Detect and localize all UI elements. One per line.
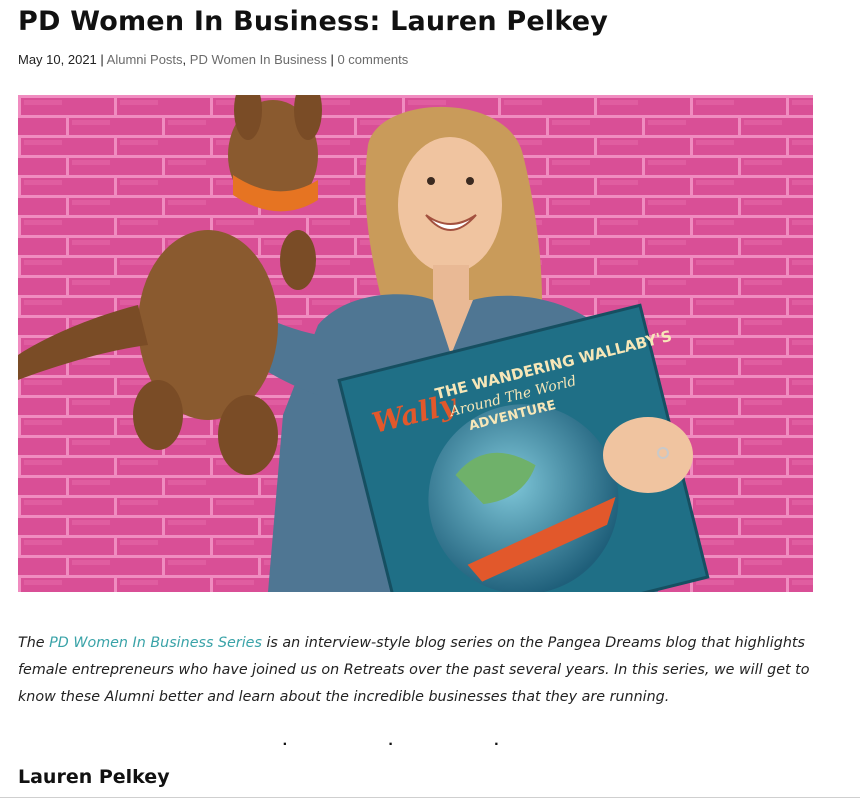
intro-paragraph: The PD Women In Business Series is an in…	[18, 630, 818, 711]
section-divider: · · ·	[282, 736, 548, 753]
bottom-divider	[0, 797, 860, 798]
intro-prefix: The	[18, 635, 50, 651]
featured-image-illustration: Wally THE WANDERING WALLABY'S Around The…	[18, 95, 813, 592]
category-link-alumni-posts[interactable]: Alumni Posts	[107, 52, 183, 67]
post-title: PD Women In Business: Lauren Pelkey	[18, 6, 609, 37]
featured-image: Wally THE WANDERING WALLABY'S Around The…	[18, 95, 813, 592]
category-separator: ,	[182, 52, 190, 67]
meta-separator: |	[326, 52, 338, 67]
post-date: May 10, 2021	[18, 52, 97, 67]
post-meta: May 10, 2021 | Alumni Posts, PD Women In…	[18, 52, 408, 67]
category-link-pd-women-in-business[interactable]: PD Women In Business	[190, 52, 327, 67]
meta-separator: |	[96, 52, 107, 67]
comments-link[interactable]: 0 comments	[337, 52, 408, 67]
section-heading: Lauren Pelkey	[18, 766, 170, 788]
series-link[interactable]: PD Women In Business Series	[49, 635, 262, 651]
